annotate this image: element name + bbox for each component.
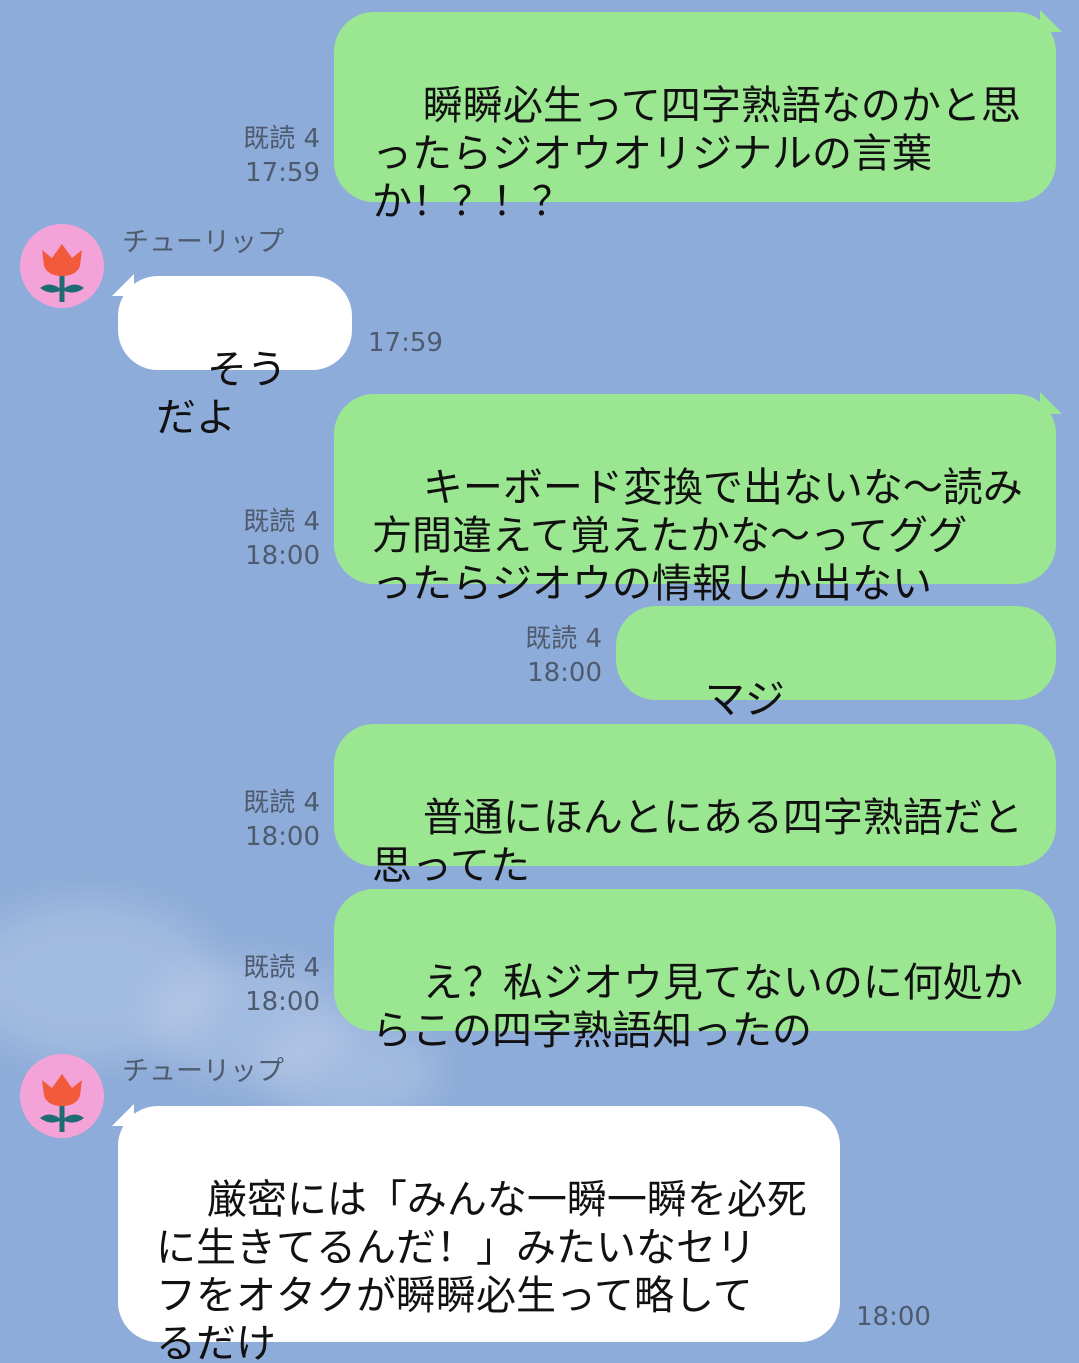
message-text: 瞬瞬必生って四字熟語なのかと思 ったらジオウオリジナルの言葉 か！？！？ — [372, 83, 1021, 225]
read-receipt: 既読 4 — [243, 507, 320, 537]
outgoing-message-bubble[interactable]: キーボード変換で出ないな〜読み 方間違えて覚えたかな〜ってググ ったらジオウの情… — [334, 394, 1056, 607]
message-time: 17:59 — [245, 158, 320, 188]
outgoing-message-bubble[interactable]: え？私ジオウ見てないのに何処か らこの四字熟語知ったの — [334, 889, 1056, 1054]
message-meta: 既読 4 17:59 — [200, 122, 320, 190]
bubble-tail — [112, 1104, 134, 1126]
message-text: キーボード変換で出ないな〜読み 方間違えて覚えたかな〜ってググ ったらジオウの情… — [372, 465, 1023, 607]
message-time: 17:59 — [368, 328, 443, 358]
read-receipt: 既読 4 — [243, 953, 320, 983]
message-meta: 既読 4 18:00 — [200, 951, 320, 1019]
message-time: 18:00 — [245, 822, 320, 852]
outgoing-message-bubble[interactable]: 瞬瞬必生って四字熟語なのかと思 ったらジオウオリジナルの言葉 か！？！？ — [334, 12, 1056, 225]
incoming-message-bubble[interactable]: 厳密には「みんな一瞬一瞬を必死 に生きてるんだ！」みたいなセリ フをオタクが瞬瞬… — [118, 1106, 840, 1363]
outgoing-message-bubble[interactable]: マジで！？！？！？ — [616, 606, 1056, 771]
message-time: 18:00 — [245, 987, 320, 1017]
contact-avatar[interactable] — [20, 1054, 104, 1138]
outgoing-message-bubble[interactable]: 普通にほんとにある四字熟語だと 思ってた — [334, 724, 1056, 889]
tulip-icon — [40, 1074, 84, 1132]
tulip-icon — [40, 244, 84, 302]
contact-avatar[interactable] — [20, 224, 104, 308]
message-time: 18:00 — [245, 541, 320, 571]
message-time: 18:00 — [527, 658, 602, 688]
message-text: え？私ジオウ見てないのに何処か らこの四字熟語知ったの — [372, 960, 1023, 1054]
incoming-message-bubble[interactable]: そうだよ — [118, 276, 352, 441]
bubble-tail — [112, 274, 134, 296]
chat-background: 既読 4 17:59 瞬瞬必生って四字熟語なのかと思 ったらジオウオリジナルの言… — [0, 0, 1079, 1363]
read-receipt: 既読 4 — [243, 788, 320, 818]
message-meta: 既読 4 18:00 — [200, 786, 320, 854]
message-text: 普通にほんとにある四字熟語だと 思ってた — [372, 795, 1023, 889]
message-time: 18:00 — [856, 1302, 931, 1332]
read-receipt: 既読 4 — [525, 624, 602, 654]
bubble-tail — [1040, 10, 1062, 32]
read-receipt: 既読 4 — [243, 124, 320, 154]
sender-name: チューリップ — [122, 227, 284, 258]
message-text: 厳密には「みんな一瞬一瞬を必死 に生きてるんだ！」みたいなセリ フをオタクが瞬瞬… — [156, 1177, 807, 1363]
sender-name: チューリップ — [122, 1056, 284, 1087]
message-text: そうだよ — [156, 347, 287, 441]
message-meta: 既読 4 18:00 — [200, 505, 320, 573]
bubble-tail — [1040, 392, 1062, 414]
message-meta: 既読 4 18:00 — [482, 622, 602, 690]
